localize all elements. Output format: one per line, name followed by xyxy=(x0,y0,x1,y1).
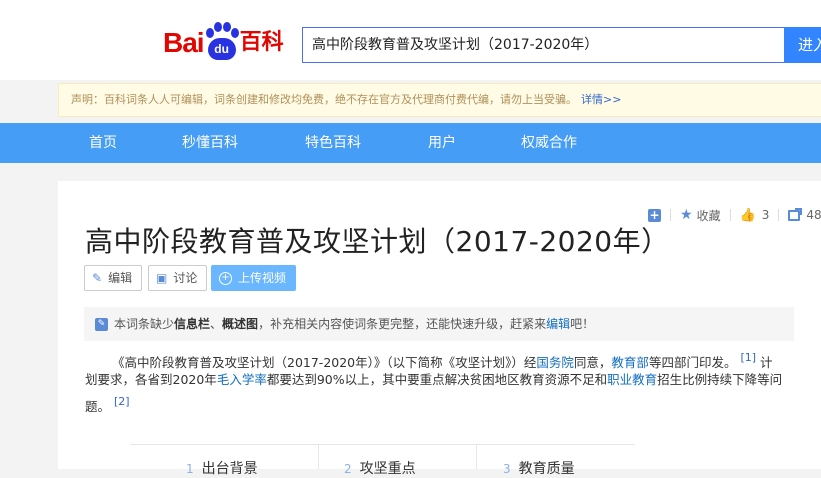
discuss-button[interactable]: ▣ 讨论 xyxy=(148,265,208,291)
link-vocational-education[interactable]: 职业教育 xyxy=(607,372,657,387)
details-link[interactable]: 详情>> xyxy=(581,93,621,106)
toc-num: 1 xyxy=(186,462,194,476)
page-title: 高中阶段教育普及攻坚计划（2017-2020年） xyxy=(85,225,670,258)
text: 题。 xyxy=(85,399,111,414)
comment-icon: ▣ xyxy=(156,271,168,285)
link-ministry-of-education[interactable]: 教育部 xyxy=(611,355,649,370)
search-input[interactable]: 高中阶段教育普及攻坚计划（2017-2020年） xyxy=(302,27,792,63)
reference-2[interactable]: [2] xyxy=(114,395,130,408)
toc-label: 教育质量 xyxy=(518,461,575,477)
plus-circle-icon: + xyxy=(219,271,232,285)
reference-1[interactable]: [1] xyxy=(740,351,756,364)
incomplete-entry-tip: ✎ 本词条缺少信息栏、概述图，补充相关内容使词条更完整，还能快速升级，赶紧来编辑吧… xyxy=(84,307,794,341)
baidu-baike-logo[interactable]: Bai du 百科 xyxy=(163,22,284,60)
tip-text-mid: ，补充相关内容使词条更完整，还能快速升级，赶紧来 xyxy=(258,317,547,331)
edit-label: 编辑 xyxy=(108,271,133,285)
toc-divider xyxy=(476,444,477,469)
text: 同意， xyxy=(573,355,612,370)
text: 都要达到90%以上，其中要重点解决贫困地区教育资源不足和 xyxy=(266,372,608,387)
nav-item-authority[interactable]: 权威合作 xyxy=(521,123,577,163)
tip-text-pre: 本词条缺少 xyxy=(114,317,175,331)
nav-item-featured[interactable]: 特色百科 xyxy=(305,123,361,163)
logo-text-du: du xyxy=(214,42,229,56)
summary-line-3: 题。 [2] xyxy=(85,391,130,418)
upload-video-button[interactable]: + 上传视频 xyxy=(211,265,297,291)
text: 划要求，各省到2020年 xyxy=(85,372,217,387)
star-icon[interactable]: ★ xyxy=(680,207,693,223)
edit-pen-icon: ✎ xyxy=(95,318,108,331)
text: 招生比例持续下降等问 xyxy=(657,372,783,387)
logo-text-baike: 百科 xyxy=(239,30,284,55)
toc-divider xyxy=(318,444,319,469)
link-state-council[interactable]: 国务院 xyxy=(536,355,574,370)
enter-entry-button[interactable]: 进入 xyxy=(784,27,821,63)
disclaimer-text: 声明：百科词条人人可编辑，词条创建和修改均免费，绝不存在官方及代理商付费代编，请… xyxy=(71,93,577,106)
share-count: 48 xyxy=(806,208,821,222)
toc-item[interactable]: 3 教育质量 xyxy=(503,458,575,478)
summary-line-2: 划要求，各省到2020年毛入学率都要达到90%以上，其中要重点解决贫困地区教育资… xyxy=(85,369,782,391)
discuss-label: 讨论 xyxy=(173,271,198,285)
logo-text-bai: Bai xyxy=(163,27,205,58)
toc-num: 3 xyxy=(503,462,511,476)
paw-icon: du xyxy=(205,22,239,60)
nav-item-users[interactable]: 用户 xyxy=(428,123,456,163)
tip-infobox: 信息栏 xyxy=(174,317,211,331)
entry-toolbar: + ★ 收藏 👍 3 48 xyxy=(648,207,821,223)
tip-edit-link[interactable]: 编辑 xyxy=(546,317,570,331)
share-icon[interactable] xyxy=(788,207,803,221)
thumbs-up-icon[interactable]: 👍 xyxy=(740,208,756,223)
favorite-label[interactable]: 收藏 xyxy=(697,207,721,224)
pencil-icon: ✎ xyxy=(92,271,103,285)
tip-text-post: 吧！ xyxy=(570,317,595,331)
toc-num: 2 xyxy=(344,462,352,476)
edit-button[interactable]: ✎ 编辑 xyxy=(84,265,143,291)
nav-item-miaodong[interactable]: 秒懂百科 xyxy=(182,123,238,163)
toc-item[interactable]: 1 出台背景 xyxy=(186,458,258,478)
add-icon[interactable]: + xyxy=(648,208,661,222)
text: 计 xyxy=(756,355,773,370)
tip-overview-image: 概述图 xyxy=(222,317,259,331)
nav-item-home[interactable]: 首页 xyxy=(89,123,117,163)
toc-label: 攻坚重点 xyxy=(359,461,416,477)
main-nav: 首页 秒懂百科 特色百科 用户 权威合作 xyxy=(0,123,821,163)
header: Bai du 百科 高中阶段教育普及攻坚计划（2017-2020年） 进入 xyxy=(0,0,821,80)
link-gross-enrollment-rate[interactable]: 毛入学率 xyxy=(217,372,267,387)
like-count: 3 xyxy=(761,208,770,222)
disclaimer-notice: 声明：百科词条人人可编辑，词条创建和修改均免费，绝不存在官方及代理商付费代编，请… xyxy=(58,83,821,117)
toc-item[interactable]: 2 攻坚重点 xyxy=(344,458,416,478)
text: 《高中阶段教育普及攻坚计划（2017-2020年）》（以下简称《攻坚计划》）经 xyxy=(112,355,537,370)
text: 等四部门印发。 xyxy=(648,355,737,370)
toc-label: 出台背景 xyxy=(201,461,258,477)
upload-label: 上传视频 xyxy=(238,271,287,285)
tip-sep: 、 xyxy=(210,317,223,331)
